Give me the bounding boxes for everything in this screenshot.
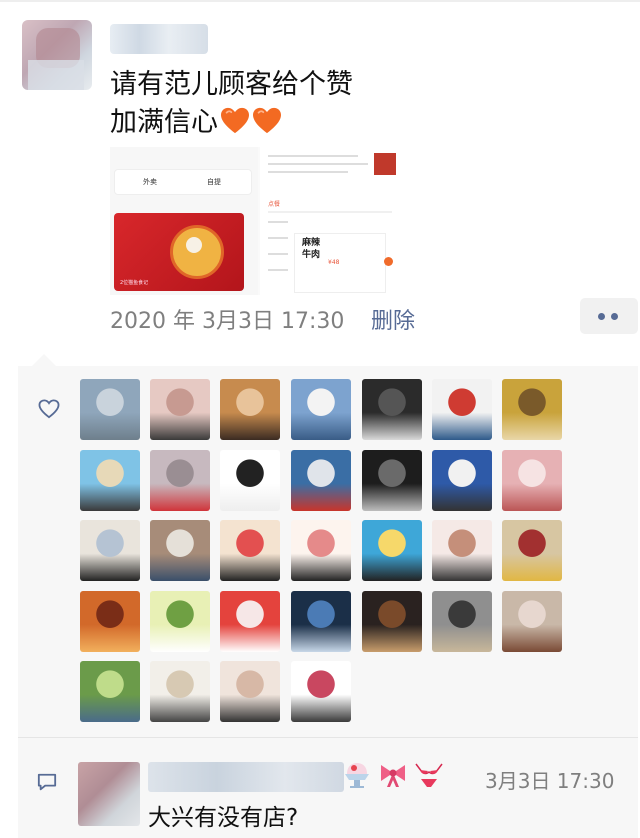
- liker-avatar[interactable]: [80, 591, 140, 652]
- liker-avatar[interactable]: [432, 591, 492, 652]
- post-text-line-1: 请有范儿顾客给个赞: [110, 69, 353, 100]
- liker-avatar[interactable]: [502, 520, 562, 581]
- post-timestamp: 2020 年 3月3日 17:30: [110, 309, 345, 334]
- liker-avatar[interactable]: [502, 450, 562, 511]
- takeout-tab: 外卖: [143, 178, 157, 186]
- add-dish-icon: [384, 257, 393, 266]
- liker-avatar[interactable]: [502, 591, 562, 652]
- author-name-blurred[interactable]: [110, 24, 208, 54]
- shaved-ice-icon: [345, 763, 369, 788]
- liker-avatar[interactable]: [362, 591, 422, 652]
- ribbon-bow-icon: [381, 765, 405, 787]
- dish-name: 麻辣牛肉: [302, 238, 321, 260]
- liker-avatar[interactable]: [150, 379, 210, 440]
- liker-avatar[interactable]: [150, 591, 210, 652]
- promo-card-footer: 2位猫鱼食记: [120, 280, 149, 286]
- liker-avatar[interactable]: [220, 591, 280, 652]
- liker-avatar[interactable]: [432, 520, 492, 581]
- liker-avatar[interactable]: [80, 661, 140, 722]
- post-image[interactable]: 外卖 自提 2位猫鱼食记 点餐 麻辣牛肉 ¥48: [110, 147, 398, 295]
- comment-text: 大兴有没有店?: [148, 805, 299, 831]
- liker-avatar[interactable]: [80, 520, 140, 581]
- liker-avatar[interactable]: [150, 450, 210, 511]
- author-avatar[interactable]: [22, 20, 92, 90]
- promo-card: 2位猫鱼食记: [114, 213, 244, 291]
- liker-avatar[interactable]: [220, 379, 280, 440]
- post-text: 请有范儿顾客给个赞 加满信心: [110, 66, 530, 142]
- comment-bubble-icon: [37, 773, 57, 791]
- liker-avatar[interactable]: [432, 450, 492, 511]
- comments-divider: [18, 737, 638, 738]
- dish-price: ¥48: [328, 259, 340, 266]
- top-divider: [0, 0, 640, 2]
- delete-post-link[interactable]: 删除: [371, 303, 415, 335]
- liker-avatar[interactable]: [291, 450, 351, 511]
- liker-avatar[interactable]: [362, 520, 422, 581]
- more-actions-button[interactable]: [580, 298, 638, 334]
- pickup-tab: 自提: [207, 178, 221, 186]
- liker-avatar[interactable]: [362, 379, 422, 440]
- liker-avatar[interactable]: [291, 661, 351, 722]
- liker-avatar[interactable]: [432, 379, 492, 440]
- app-screenshot-right: 点餐 麻辣牛肉 ¥48: [260, 147, 398, 295]
- liker-avatar[interactable]: [291, 379, 351, 440]
- liker-avatar[interactable]: [502, 379, 562, 440]
- liker-avatar[interactable]: [291, 520, 351, 581]
- liker-avatar[interactable]: [362, 450, 422, 511]
- commenter-avatar[interactable]: [78, 762, 140, 826]
- bikini-icon: [415, 763, 443, 787]
- liker-avatar[interactable]: [220, 520, 280, 581]
- order-mode-tabs: 外卖 自提: [114, 169, 252, 195]
- post-text-line-2: 加满信心: [110, 104, 530, 142]
- shop-logo: [374, 153, 396, 175]
- liker-avatar[interactable]: [150, 520, 210, 581]
- heart-outline-icon: [38, 399, 60, 419]
- orange-heart-icon: [253, 107, 281, 134]
- orange-heart-icon: [221, 107, 249, 134]
- liker-avatar[interactable]: [80, 450, 140, 511]
- liker-avatar[interactable]: [80, 379, 140, 440]
- panel-arrow: [32, 354, 56, 366]
- comment-time: 3月3日 17:30: [485, 769, 615, 793]
- commenter-name-blurred[interactable]: [148, 762, 344, 792]
- liker-avatar[interactable]: [150, 661, 210, 722]
- menu-tab: 点餐: [268, 201, 281, 208]
- liker-avatar[interactable]: [220, 450, 280, 511]
- liker-avatar[interactable]: [220, 661, 280, 722]
- app-screenshot-left: 外卖 自提 2位猫鱼食记: [110, 147, 258, 295]
- liker-avatar[interactable]: [291, 591, 351, 652]
